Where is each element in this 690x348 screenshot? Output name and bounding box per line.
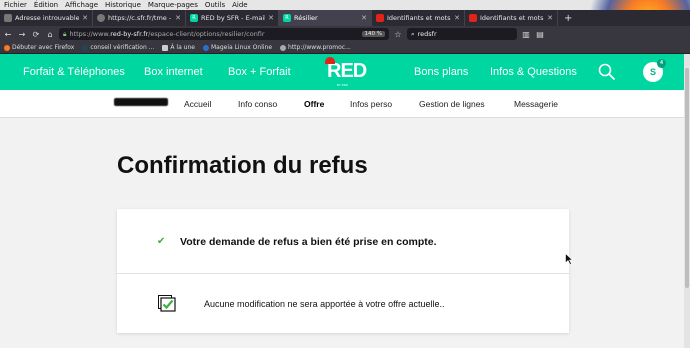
bookmark-label: À la une [170,44,195,51]
bookmark-label: http://www.promoc... [288,44,351,51]
subnav-offre[interactable]: Offre [304,99,324,109]
tab-title: Résilier [294,14,318,22]
page-favicon-icon [376,14,384,22]
red-favicon-icon: R [283,14,291,22]
globe-icon [97,14,105,22]
forward-icon[interactable]: → [17,30,27,39]
checked-box-icon [158,295,176,312]
home-icon[interactable]: ⌂ [45,30,55,39]
close-tab-icon[interactable]: ✕ [175,14,181,22]
globe-icon [280,44,287,51]
page-favicon-icon [469,14,477,22]
nav-box-forfait[interactable]: Box + Forfait [228,66,291,78]
mageia-icon [202,44,209,51]
site-header: Forfait & Téléphones Box internet Box + … [0,54,684,90]
subnav-info-conso[interactable]: Info conso [238,99,277,109]
confirmation-card: ✔ Votre demande de refus a bien été pris… [117,209,569,333]
tab-bar: Adresse introuvable ✕ https://c.sfr.fr/t… [0,10,690,26]
bookmark-item[interactable]: conseil vérification ... [82,44,154,51]
subnav-messagerie[interactable]: Messagerie [514,99,558,109]
bookmark-item[interactable]: Débuter avec Firefox [4,44,74,51]
mouse-cursor-icon [565,253,573,265]
menu-edition[interactable]: Édition [34,0,58,10]
santa-hat-icon [325,57,335,64]
logo-tagline: BY SFR [337,83,348,87]
scrollbar-thumb[interactable] [685,68,689,288]
new-tab-button[interactable]: + [558,10,578,26]
close-tab-icon[interactable]: ✕ [547,14,553,22]
library-icon[interactable]: ▥ [521,30,531,39]
search-input[interactable]: ⌕ redsfr [407,28,517,40]
nav-bons-plans[interactable]: Bons plans [414,66,468,78]
search-value: redsfr [417,30,437,38]
close-tab-icon[interactable]: ✕ [361,14,367,22]
navigation-toolbar: ← → ⟳ ⌂ 🔒︎ https://www. red-by-sfr.fr/esp… [0,26,690,42]
search-icon: ⌕ [411,29,415,38]
close-tab-icon[interactable]: ✕ [454,14,460,22]
subnav-infos-perso[interactable]: Infos perso [350,99,392,109]
nav-forfait-telephones[interactable]: Forfait & Téléphones [23,66,125,78]
bookmark-label: conseil vérification ... [90,44,155,51]
tab-identifiants-2[interactable]: Identifiants et mots de p ✕ [465,10,558,26]
search-icon[interactable] [598,63,616,81]
page-favicon-icon [4,14,12,22]
firefox-icon [4,44,10,51]
menu-historique[interactable]: Historique [105,0,141,10]
bookmark-label: Débuter avec Firefox [12,44,75,51]
page-icon [82,44,89,51]
bookmark-item[interactable]: À la une [162,44,195,51]
menu-affichage[interactable]: Affichage [65,0,98,10]
tab-title: Identifiants et mots de p [387,14,451,22]
bookmarks-toolbar: Débuter avec Firefox conseil vérificatio… [0,42,690,54]
tab-title: https://c.sfr.fr/tme - Red [108,14,172,22]
tab-title: Adresse introuvable [15,14,80,22]
page-title: Confirmation du refus [117,152,368,179]
tab-identifiants-1[interactable]: Identifiants et mots de p ✕ [372,10,465,26]
subnav-accueil[interactable]: Accueil [184,99,211,109]
nav-infos-questions[interactable]: Infos & Questions [490,66,577,78]
bookmark-item[interactable]: http://www.promoc... [280,44,351,51]
zoom-level[interactable]: 140 % [361,31,385,37]
reload-icon[interactable]: ⟳ [31,30,41,39]
sidebar-icon[interactable]: ▤ [535,30,545,39]
menu-outils[interactable]: Outils [205,0,225,10]
tab-resilier[interactable]: R Résilier ✕ [279,10,372,26]
menu-aide[interactable]: Aide [232,0,247,10]
tab-title: RED by SFR - E-mail [201,14,266,22]
info-message: Aucune modification ne sera apportée à v… [204,299,445,309]
url-domain: red-by-sfr.fr [110,30,149,38]
page-scrollbar[interactable] [684,54,690,348]
tab-csfr[interactable]: https://c.sfr.fr/tme - Red ✕ [93,10,186,26]
nav-box-internet[interactable]: Box internet [144,66,203,78]
subnav-gestion-lignes[interactable]: Gestion de lignes [419,99,485,109]
bookmark-star-icon[interactable]: ☆ [393,30,403,39]
tab-title: Identifiants et mots de p [480,14,544,22]
url-path: /espace-client/options/resilier/confir [148,30,265,38]
bookmark-item[interactable]: Mageia Linux Online [202,44,273,51]
tab-red-email[interactable]: R RED by SFR - E-mail ✕ [186,10,279,26]
menu-marque-pages[interactable]: Marque-pages [148,0,198,10]
avatar-initial: S [649,67,656,77]
menu-fichier[interactable]: Fichier [4,0,27,10]
close-tab-icon[interactable]: ✕ [82,14,88,22]
lock-icon: 🔒︎ [63,29,67,38]
url-prefix: https://www. [69,30,111,38]
back-icon[interactable]: ← [3,30,13,39]
account-subnav: Accueil Info conso Offre Infos perso Ges… [0,90,684,118]
red-favicon-icon: R [190,14,198,22]
folder-icon [162,44,169,51]
user-avatar[interactable]: S 4 [643,59,666,82]
checkmark-icon: ✔ [157,236,166,247]
url-bar[interactable]: 🔒︎ https://www. red-by-sfr.fr/espace-clie… [59,28,389,40]
redacted-username [114,98,168,106]
bookmark-label: Mageia Linux Online [210,44,273,51]
tab-adresse-introuvable[interactable]: Adresse introuvable ✕ [0,10,93,26]
confirmation-message: Votre demande de refus a bien été prise … [180,236,437,248]
notification-badge: 4 [657,59,666,68]
red-logo[interactable]: RED BY SFR [325,57,367,87]
divider [117,273,569,274]
close-tab-icon[interactable]: ✕ [268,14,274,22]
